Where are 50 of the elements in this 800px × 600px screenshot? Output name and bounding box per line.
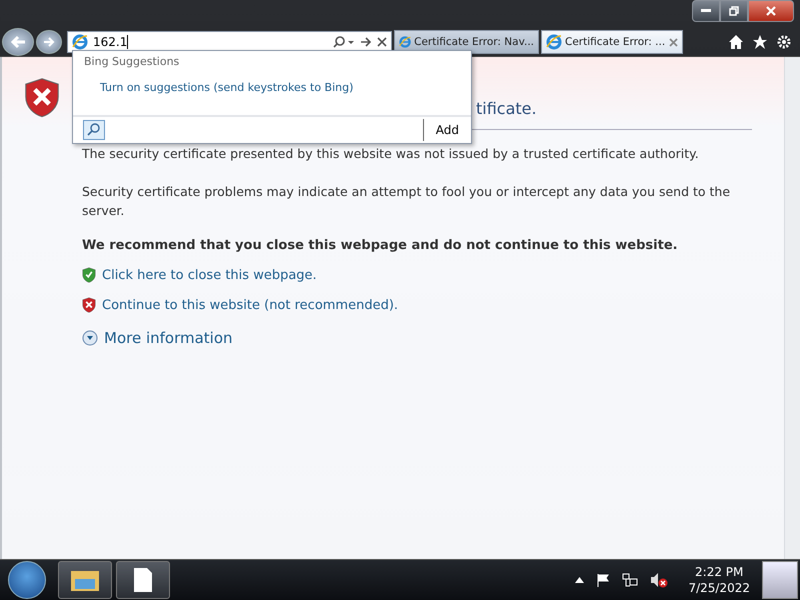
go-arrow-icon[interactable] bbox=[360, 36, 372, 48]
user-avatar[interactable] bbox=[762, 561, 798, 599]
recommendation-text: We recommend that you close this webpage and do not continue to this website. bbox=[82, 238, 679, 253]
browser-icon bbox=[546, 34, 562, 50]
start-button[interactable] bbox=[8, 561, 46, 599]
star-icon[interactable] bbox=[752, 34, 768, 50]
caret-icon[interactable] bbox=[575, 577, 584, 583]
add-button[interactable]: Add bbox=[422, 119, 471, 141]
restore-button[interactable] bbox=[720, 0, 748, 22]
back-button[interactable] bbox=[2, 28, 34, 56]
speaker-muted-icon[interactable] bbox=[650, 572, 668, 588]
close-icon[interactable] bbox=[377, 37, 387, 47]
shield-error-icon bbox=[82, 297, 96, 314]
page-heading: tificate. bbox=[476, 99, 537, 118]
suggestions-link[interactable]: Turn on suggestions (send keystrokes to Bing) bbox=[100, 81, 471, 94]
forward-button[interactable] bbox=[36, 30, 62, 54]
search-icon[interactable] bbox=[83, 120, 105, 140]
page-link[interactable]: Click here to close this webpage. bbox=[102, 268, 317, 283]
settings-icon[interactable] bbox=[776, 34, 792, 50]
search-icon[interactable] bbox=[333, 36, 355, 48]
suggestions-heading: Bing Suggestions bbox=[84, 55, 180, 68]
clock[interactable]: 2:22 PM 7/25/2022 bbox=[688, 564, 750, 596]
browser-icon bbox=[72, 34, 88, 50]
shield-error-icon bbox=[24, 77, 60, 118]
browser-tab[interactable]: Certificate Error: ... bbox=[541, 30, 683, 54]
page-link[interactable]: Continue to this website (not recommended). bbox=[102, 298, 398, 313]
close-button[interactable] bbox=[748, 0, 794, 22]
clock-date: 7/25/2022 bbox=[688, 580, 750, 596]
document-icon bbox=[133, 567, 153, 593]
minimize-button[interactable] bbox=[692, 0, 720, 22]
close-icon bbox=[766, 6, 776, 16]
browser-tab[interactable]: Certificate Error: Nav... bbox=[394, 30, 539, 54]
taskbar-folder-button[interactable] bbox=[58, 561, 112, 599]
forward-arrow-icon bbox=[43, 36, 55, 48]
close-icon[interactable] bbox=[669, 38, 678, 46]
restore-icon bbox=[729, 6, 739, 16]
home-icon[interactable] bbox=[728, 34, 744, 50]
paragraph: Security certificate problems may indicate an attempt to fool you or intercept any data you send to the server. bbox=[82, 183, 732, 220]
minimize-icon bbox=[701, 9, 711, 13]
clock-time: 2:22 PM bbox=[695, 564, 744, 580]
more-information-link[interactable]: More information bbox=[104, 329, 233, 348]
taskbar-document-button[interactable] bbox=[116, 561, 170, 599]
scrollbar[interactable] bbox=[784, 57, 800, 559]
network-icon[interactable] bbox=[622, 573, 638, 587]
expand-icon[interactable] bbox=[82, 330, 98, 346]
browser-icon bbox=[399, 34, 412, 50]
paragraph: The security certificate presented by this website was not issued by a trusted certificate authority. bbox=[82, 145, 700, 163]
back-arrow-icon bbox=[10, 35, 26, 49]
shield-check-icon bbox=[82, 267, 96, 284]
flag-icon[interactable] bbox=[596, 573, 610, 587]
